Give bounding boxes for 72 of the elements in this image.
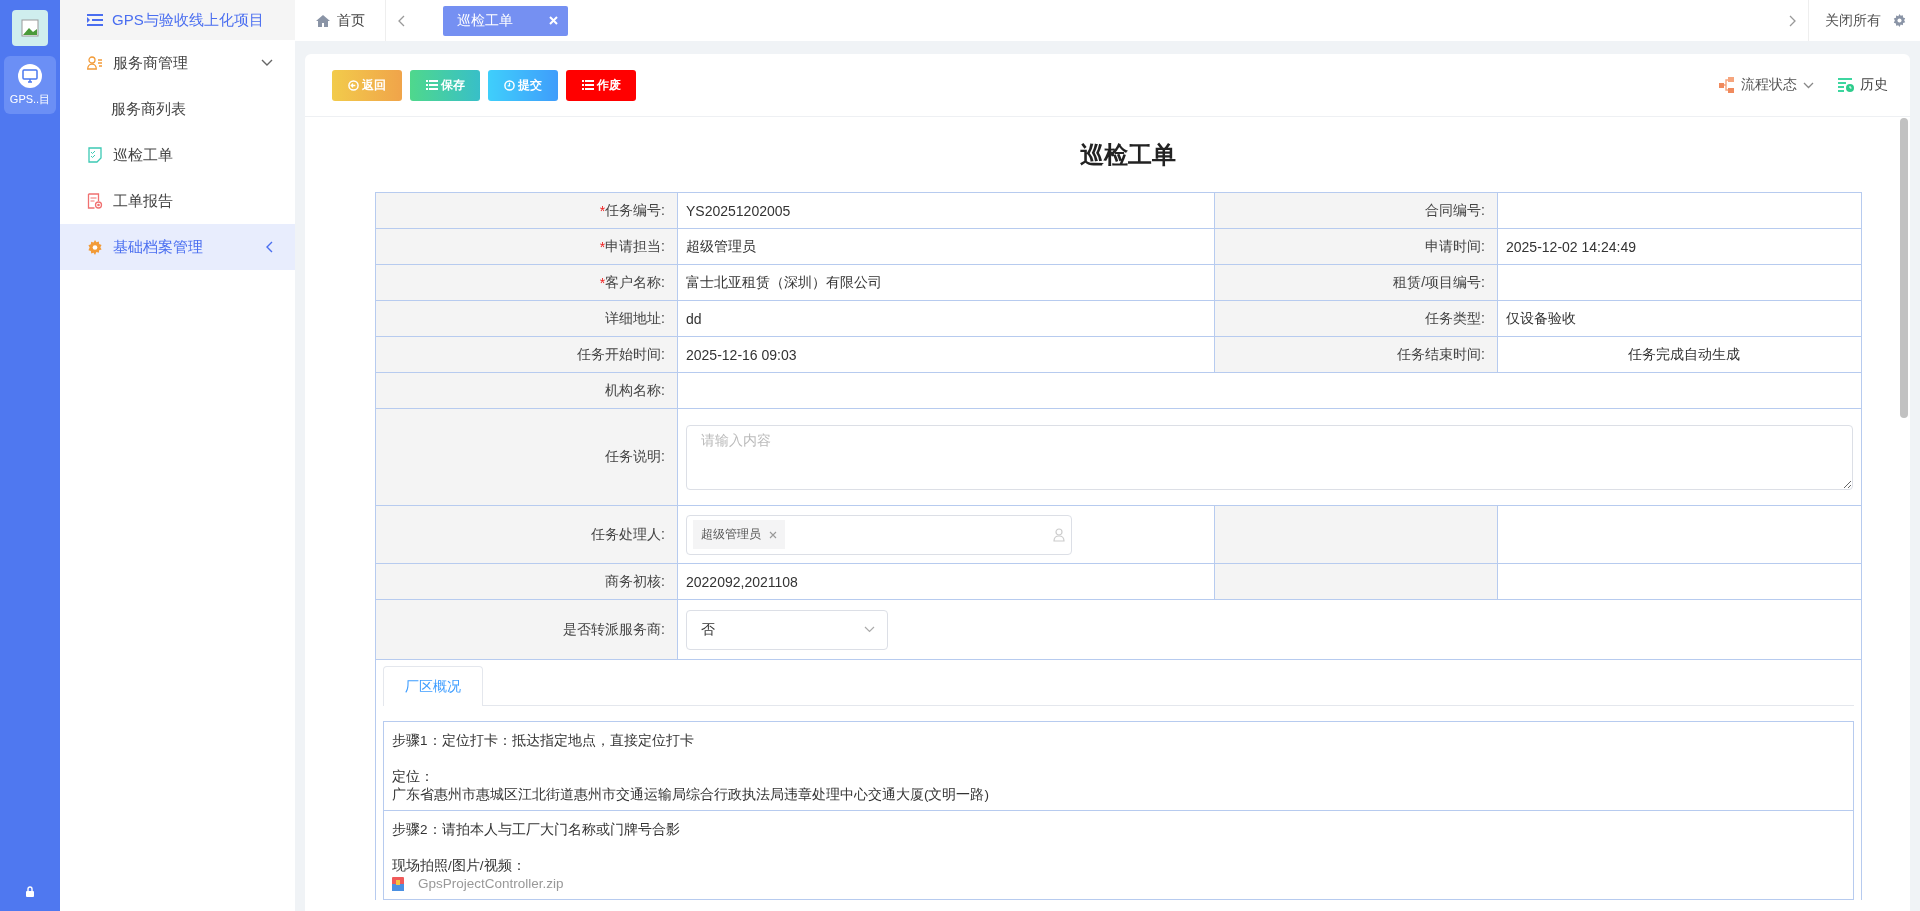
field-label: 详细地址:: [376, 301, 678, 337]
field-label: 任务说明:: [376, 409, 678, 506]
report-icon: [87, 193, 103, 209]
field-label: 是否转派服务商:: [376, 600, 678, 660]
transfer-select[interactable]: 否: [686, 609, 888, 650]
field-label: 商务初核:: [376, 564, 678, 600]
chevron-down-icon: [1803, 81, 1814, 89]
assignee-picker[interactable]: 超级管理员: [686, 514, 1072, 555]
back-icon: [348, 79, 359, 91]
archive-icon: [392, 877, 404, 891]
scrollbar[interactable]: [1900, 118, 1908, 418]
step-field-label: 现场拍照/图片/视频：: [392, 857, 527, 875]
flow-status-dropdown[interactable]: 流程状态: [1719, 76, 1814, 94]
sidebar-item[interactable]: 工单报告: [60, 178, 295, 224]
remove-icon[interactable]: [769, 530, 777, 539]
sidebar-subitem[interactable]: 服务商列表: [60, 86, 295, 132]
field-label: 任务类型:: [1215, 301, 1498, 337]
flowchart-icon: [1719, 77, 1735, 93]
step-field-label: 定位：: [392, 768, 435, 786]
chevron-down-icon: [864, 626, 875, 633]
field-value: 超级管理员: [678, 229, 1215, 265]
close-all-button[interactable]: 关闭所有: [1825, 11, 1881, 30]
history-button[interactable]: 历史: [1838, 76, 1888, 94]
field-label: 申请时间:: [1215, 229, 1498, 265]
field-value: YS20251202005: [678, 193, 1215, 229]
field-value: 富士北亚租赁（深圳）有限公司: [678, 265, 1215, 301]
field-value: 仅设备验收: [1498, 301, 1862, 337]
field-value: 2025-12-16 09:03: [678, 337, 1215, 373]
field-label: 合同编号:: [1215, 193, 1498, 229]
field-label: *任务编号:: [376, 193, 678, 229]
sidebar-item[interactable]: 基础档案管理: [60, 224, 295, 270]
step-title: 步骤2：请拍本人与工厂大门名称或门牌号合影: [392, 821, 681, 839]
field-value: 2025-12-02 14:24:49: [1498, 229, 1862, 265]
assignee-tag: 超级管理员: [693, 520, 785, 549]
checklist-icon: [87, 147, 103, 163]
description-input[interactable]: 请输入内容: [686, 424, 1853, 490]
logo-image-icon: [12, 10, 48, 46]
close-icon[interactable]: [549, 16, 558, 25]
field-label: *申请担当:: [376, 229, 678, 265]
field-label: 租赁/项目编号:: [1215, 265, 1498, 301]
field-value: 2022092,2021108: [678, 564, 1215, 600]
step-title: 步骤1：定位打卡：抵达指定地点，直接定位打卡: [392, 732, 695, 750]
gear-icon: [87, 239, 103, 255]
chevron-down-icon: [261, 59, 273, 67]
user-icon: [1053, 527, 1065, 542]
clock-icon: [504, 79, 515, 91]
field-value: 任务完成自动生成: [1498, 337, 1862, 373]
field-label: 机构名称:: [376, 373, 678, 409]
menu-icon[interactable]: [87, 14, 103, 26]
form-title: 巡检工单: [1078, 140, 1177, 170]
field-label: 任务处理人:: [376, 506, 678, 564]
home-tab[interactable]: 首页: [295, 0, 386, 41]
void-button[interactable]: 作废: [566, 69, 636, 101]
list-icon: [425, 80, 438, 90]
sidebar-item[interactable]: 服务商管理: [60, 40, 295, 86]
scroll-right-icon[interactable]: [1789, 14, 1796, 27]
field-value: dd: [678, 301, 1215, 337]
home-icon: [315, 14, 330, 27]
field-label: 任务结束时间:: [1215, 337, 1498, 373]
project-title: GPS与验收线上化项目: [112, 10, 264, 30]
sidebar-item[interactable]: 巡检工单: [60, 132, 295, 178]
history-icon: [1838, 78, 1854, 92]
location-address: 广东省惠州市惠城区江北街道惠州市交通运输局综合行政执法局违章处理中心交通大厦(文明一路): [392, 786, 990, 804]
monitor-icon: [18, 63, 42, 88]
settings-icon[interactable]: [1893, 14, 1906, 27]
scroll-left-icon[interactable]: [398, 14, 405, 27]
field-label: *客户名称:: [376, 265, 678, 301]
chevron-left-icon: [265, 241, 273, 253]
users-icon: [87, 56, 103, 70]
field-label: 任务开始时间:: [376, 337, 678, 373]
lock-icon[interactable]: [25, 886, 35, 897]
list-icon: [581, 80, 594, 90]
